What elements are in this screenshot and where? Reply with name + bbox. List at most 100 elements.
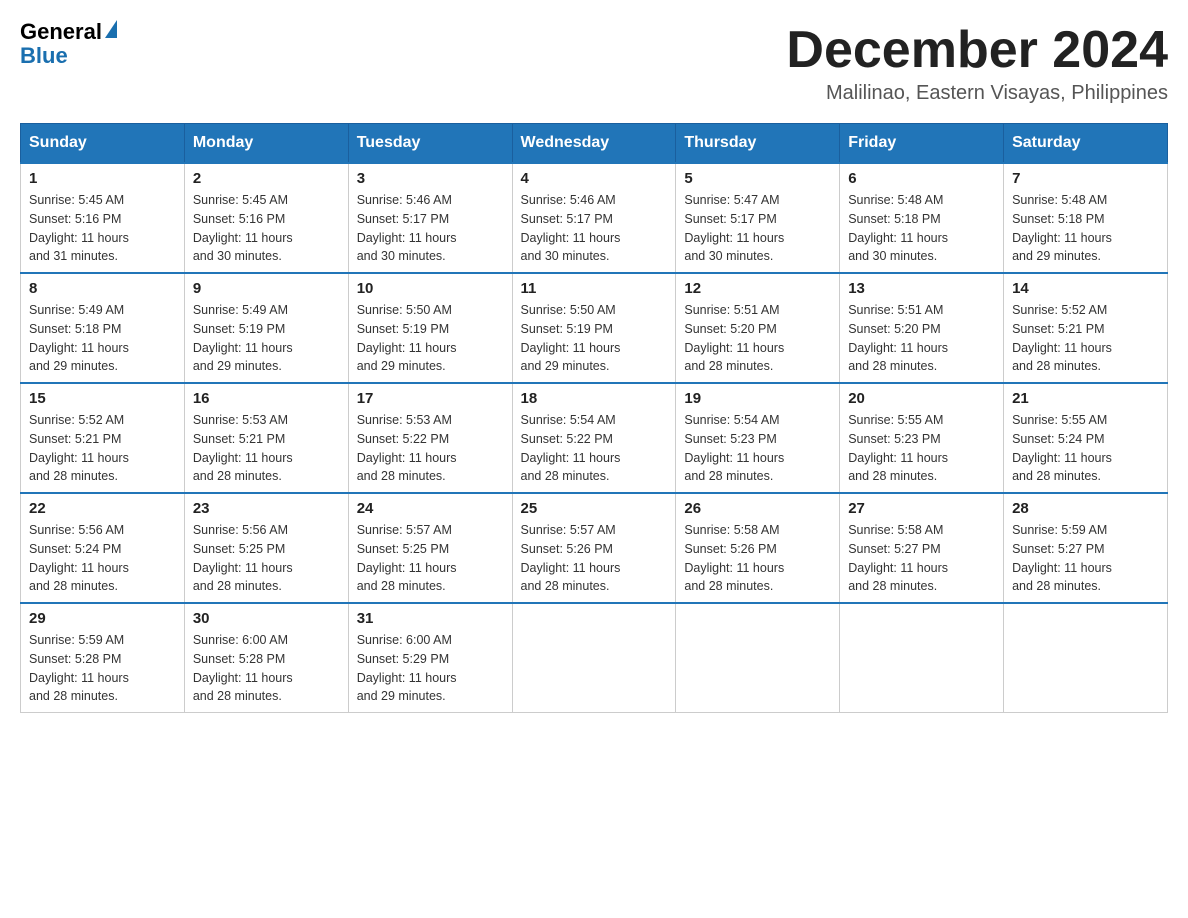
day-info: Sunrise: 6:00 AMSunset: 5:29 PMDaylight:… [357,631,504,706]
day-number: 31 [357,610,504,627]
week-row-4: 22 Sunrise: 5:56 AMSunset: 5:24 PMDayligh… [21,493,1168,603]
day-number: 12 [684,280,831,297]
day-number: 13 [848,280,995,297]
day-cell-23: 23 Sunrise: 5:56 AMSunset: 5:25 PMDayligh… [184,493,348,603]
title-block: December 2024 Malilinao, Eastern Visayas… [786,20,1168,105]
day-cell-8: 8 Sunrise: 5:49 AMSunset: 5:18 PMDaylight… [21,273,185,383]
day-cell-24: 24 Sunrise: 5:57 AMSunset: 5:25 PMDayligh… [348,493,512,603]
day-info: Sunrise: 5:54 AMSunset: 5:23 PMDaylight:… [684,411,831,486]
day-cell-14: 14 Sunrise: 5:52 AMSunset: 5:21 PMDayligh… [1004,273,1168,383]
day-info: Sunrise: 5:53 AMSunset: 5:22 PMDaylight:… [357,411,504,486]
day-number: 14 [1012,280,1159,297]
day-number: 28 [1012,500,1159,517]
day-info: Sunrise: 5:55 AMSunset: 5:24 PMDaylight:… [1012,411,1159,486]
week-row-5: 29 Sunrise: 5:59 AMSunset: 5:28 PMDayligh… [21,603,1168,713]
day-info: Sunrise: 5:50 AMSunset: 5:19 PMDaylight:… [521,301,668,376]
day-info: Sunrise: 5:46 AMSunset: 5:17 PMDaylight:… [357,191,504,266]
day-number: 29 [29,610,176,627]
weekday-header-tuesday: Tuesday [348,124,512,164]
day-cell-19: 19 Sunrise: 5:54 AMSunset: 5:23 PMDayligh… [676,383,840,493]
weekday-header-monday: Monday [184,124,348,164]
day-cell-6: 6Sunrise: 5:48 AMSunset: 5:18 PMDaylight… [840,163,1004,273]
day-info: Sunrise: 5:58 AMSunset: 5:27 PMDaylight:… [848,521,995,596]
day-cell-25: 25Sunrise: 5:57 AMSunset: 5:26 PMDayligh… [512,493,676,603]
day-number: 5 [684,170,831,187]
day-cell-13: 13Sunrise: 5:51 AMSunset: 5:20 PMDayligh… [840,273,1004,383]
week-row-1: 1 Sunrise: 5:45 AMSunset: 5:16 PMDaylight… [21,163,1168,273]
day-info: Sunrise: 5:52 AMSunset: 5:21 PMDaylight:… [1012,301,1159,376]
day-info: Sunrise: 5:51 AMSunset: 5:20 PMDaylight:… [684,301,831,376]
day-number: 4 [521,170,668,187]
day-number: 20 [848,390,995,407]
empty-cell [840,603,1004,713]
empty-cell [1004,603,1168,713]
day-number: 23 [193,500,340,517]
day-cell-28: 28 Sunrise: 5:59 AMSunset: 5:27 PMDayligh… [1004,493,1168,603]
weekday-header-sunday: Sunday [21,124,185,164]
day-number: 24 [357,500,504,517]
logo: General Blue [20,20,117,68]
day-cell-10: 10 Sunrise: 5:50 AMSunset: 5:19 PMDayligh… [348,273,512,383]
day-cell-26: 26 Sunrise: 5:58 AMSunset: 5:26 PMDayligh… [676,493,840,603]
day-number: 10 [357,280,504,297]
day-cell-16: 16Sunrise: 5:53 AMSunset: 5:21 PMDayligh… [184,383,348,493]
day-cell-31: 31 Sunrise: 6:00 AMSunset: 5:29 PMDayligh… [348,603,512,713]
day-cell-30: 30Sunrise: 6:00 AMSunset: 5:28 PMDayligh… [184,603,348,713]
day-info: Sunrise: 5:45 AMSunset: 5:16 PMDaylight:… [29,191,176,266]
day-info: Sunrise: 5:56 AMSunset: 5:25 PMDaylight:… [193,521,340,596]
day-number: 19 [684,390,831,407]
day-cell-9: 9 Sunrise: 5:49 AMSunset: 5:19 PMDaylight… [184,273,348,383]
week-row-2: 8 Sunrise: 5:49 AMSunset: 5:18 PMDaylight… [21,273,1168,383]
day-info: Sunrise: 5:45 AMSunset: 5:16 PMDaylight:… [193,191,340,266]
day-number: 3 [357,170,504,187]
day-info: Sunrise: 5:47 AMSunset: 5:17 PMDaylight:… [684,191,831,266]
day-info: Sunrise: 5:49 AMSunset: 5:19 PMDaylight:… [193,301,340,376]
day-info: Sunrise: 5:46 AMSunset: 5:17 PMDaylight:… [521,191,668,266]
day-info: Sunrise: 5:55 AMSunset: 5:23 PMDaylight:… [848,411,995,486]
day-info: Sunrise: 5:49 AMSunset: 5:18 PMDaylight:… [29,301,176,376]
location-text: Malilinao, Eastern Visayas, Philippines [786,82,1168,105]
day-number: 8 [29,280,176,297]
logo-general-text: General [20,20,117,44]
day-info: Sunrise: 5:57 AMSunset: 5:25 PMDaylight:… [357,521,504,596]
day-info: Sunrise: 5:48 AMSunset: 5:18 PMDaylight:… [848,191,995,266]
calendar-table: SundayMondayTuesdayWednesdayThursdayFrid… [20,123,1168,713]
day-number: 9 [193,280,340,297]
logo-text: General Blue [20,20,117,68]
day-cell-20: 20 Sunrise: 5:55 AMSunset: 5:23 PMDayligh… [840,383,1004,493]
day-cell-12: 12 Sunrise: 5:51 AMSunset: 5:20 PMDayligh… [676,273,840,383]
day-cell-7: 7Sunrise: 5:48 AMSunset: 5:18 PMDaylight… [1004,163,1168,273]
day-cell-11: 11 Sunrise: 5:50 AMSunset: 5:19 PMDayligh… [512,273,676,383]
day-number: 17 [357,390,504,407]
day-cell-27: 27 Sunrise: 5:58 AMSunset: 5:27 PMDayligh… [840,493,1004,603]
day-cell-18: 18 Sunrise: 5:54 AMSunset: 5:22 PMDayligh… [512,383,676,493]
month-title: December 2024 [786,20,1168,80]
empty-cell [512,603,676,713]
weekday-header-friday: Friday [840,124,1004,164]
day-info: Sunrise: 5:57 AMSunset: 5:26 PMDaylight:… [521,521,668,596]
day-info: Sunrise: 5:59 AMSunset: 5:28 PMDaylight:… [29,631,176,706]
day-number: 1 [29,170,176,187]
weekday-header-wednesday: Wednesday [512,124,676,164]
day-cell-22: 22 Sunrise: 5:56 AMSunset: 5:24 PMDayligh… [21,493,185,603]
day-number: 15 [29,390,176,407]
weekday-header-thursday: Thursday [676,124,840,164]
day-info: Sunrise: 5:50 AMSunset: 5:19 PMDaylight:… [357,301,504,376]
logo-general-word: General [20,19,102,44]
day-number: 2 [193,170,340,187]
day-number: 11 [521,280,668,297]
week-row-3: 15 Sunrise: 5:52 AMSunset: 5:21 PMDayligh… [21,383,1168,493]
day-number: 22 [29,500,176,517]
day-info: Sunrise: 6:00 AMSunset: 5:28 PMDaylight:… [193,631,340,706]
day-number: 18 [521,390,668,407]
day-info: Sunrise: 5:58 AMSunset: 5:26 PMDaylight:… [684,521,831,596]
day-cell-29: 29 Sunrise: 5:59 AMSunset: 5:28 PMDayligh… [21,603,185,713]
day-info: Sunrise: 5:52 AMSunset: 5:21 PMDaylight:… [29,411,176,486]
day-number: 7 [1012,170,1159,187]
day-number: 27 [848,500,995,517]
day-info: Sunrise: 5:54 AMSunset: 5:22 PMDaylight:… [521,411,668,486]
day-info: Sunrise: 5:56 AMSunset: 5:24 PMDaylight:… [29,521,176,596]
day-number: 26 [684,500,831,517]
day-info: Sunrise: 5:59 AMSunset: 5:27 PMDaylight:… [1012,521,1159,596]
day-info: Sunrise: 5:53 AMSunset: 5:21 PMDaylight:… [193,411,340,486]
